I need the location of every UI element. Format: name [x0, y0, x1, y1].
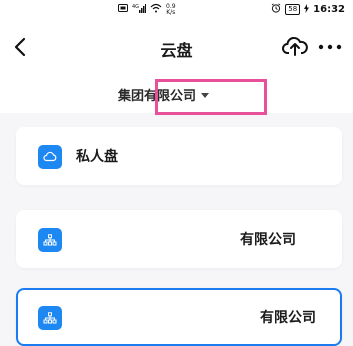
status-bar: 4G 0.9 K/s 58 16:32 [0, 0, 353, 20]
drive-card-label: 有限公司 [240, 232, 296, 248]
status-left: 4G 0.9 K/s [118, 3, 176, 16]
drive-card-company-2[interactable]: 有限公司 [16, 288, 342, 346]
status-right: 58 16:32 [271, 3, 345, 16]
signal-icon: 4G [132, 3, 146, 16]
drive-card-label: 私人盘 [76, 149, 118, 165]
nav-bar: 云盘 [0, 20, 353, 75]
net-speed: 0.9 K/s [166, 3, 176, 16]
clock: 16:32 [313, 4, 345, 15]
alarm-icon [271, 3, 281, 16]
org-chart-icon [38, 306, 62, 330]
drive-card-company-1[interactable]: 有限公司 [16, 210, 342, 268]
org-chart-icon [38, 228, 62, 252]
cloud-icon [38, 145, 62, 169]
net-speed-unit: K/s [166, 8, 176, 16]
sim-icon [118, 4, 128, 15]
charging-icon [304, 3, 310, 16]
annotation-highlight-box [155, 79, 267, 115]
battery-indicator: 58 [285, 4, 301, 15]
drive-card-private[interactable]: 私人盘 [16, 127, 342, 185]
wifi-icon [150, 3, 162, 16]
svg-text:4G: 4G [132, 4, 139, 10]
drive-card-label: 有限公司 [260, 310, 316, 326]
cloud-upload-icon[interactable] [282, 34, 308, 58]
more-options-icon[interactable] [317, 36, 343, 58]
